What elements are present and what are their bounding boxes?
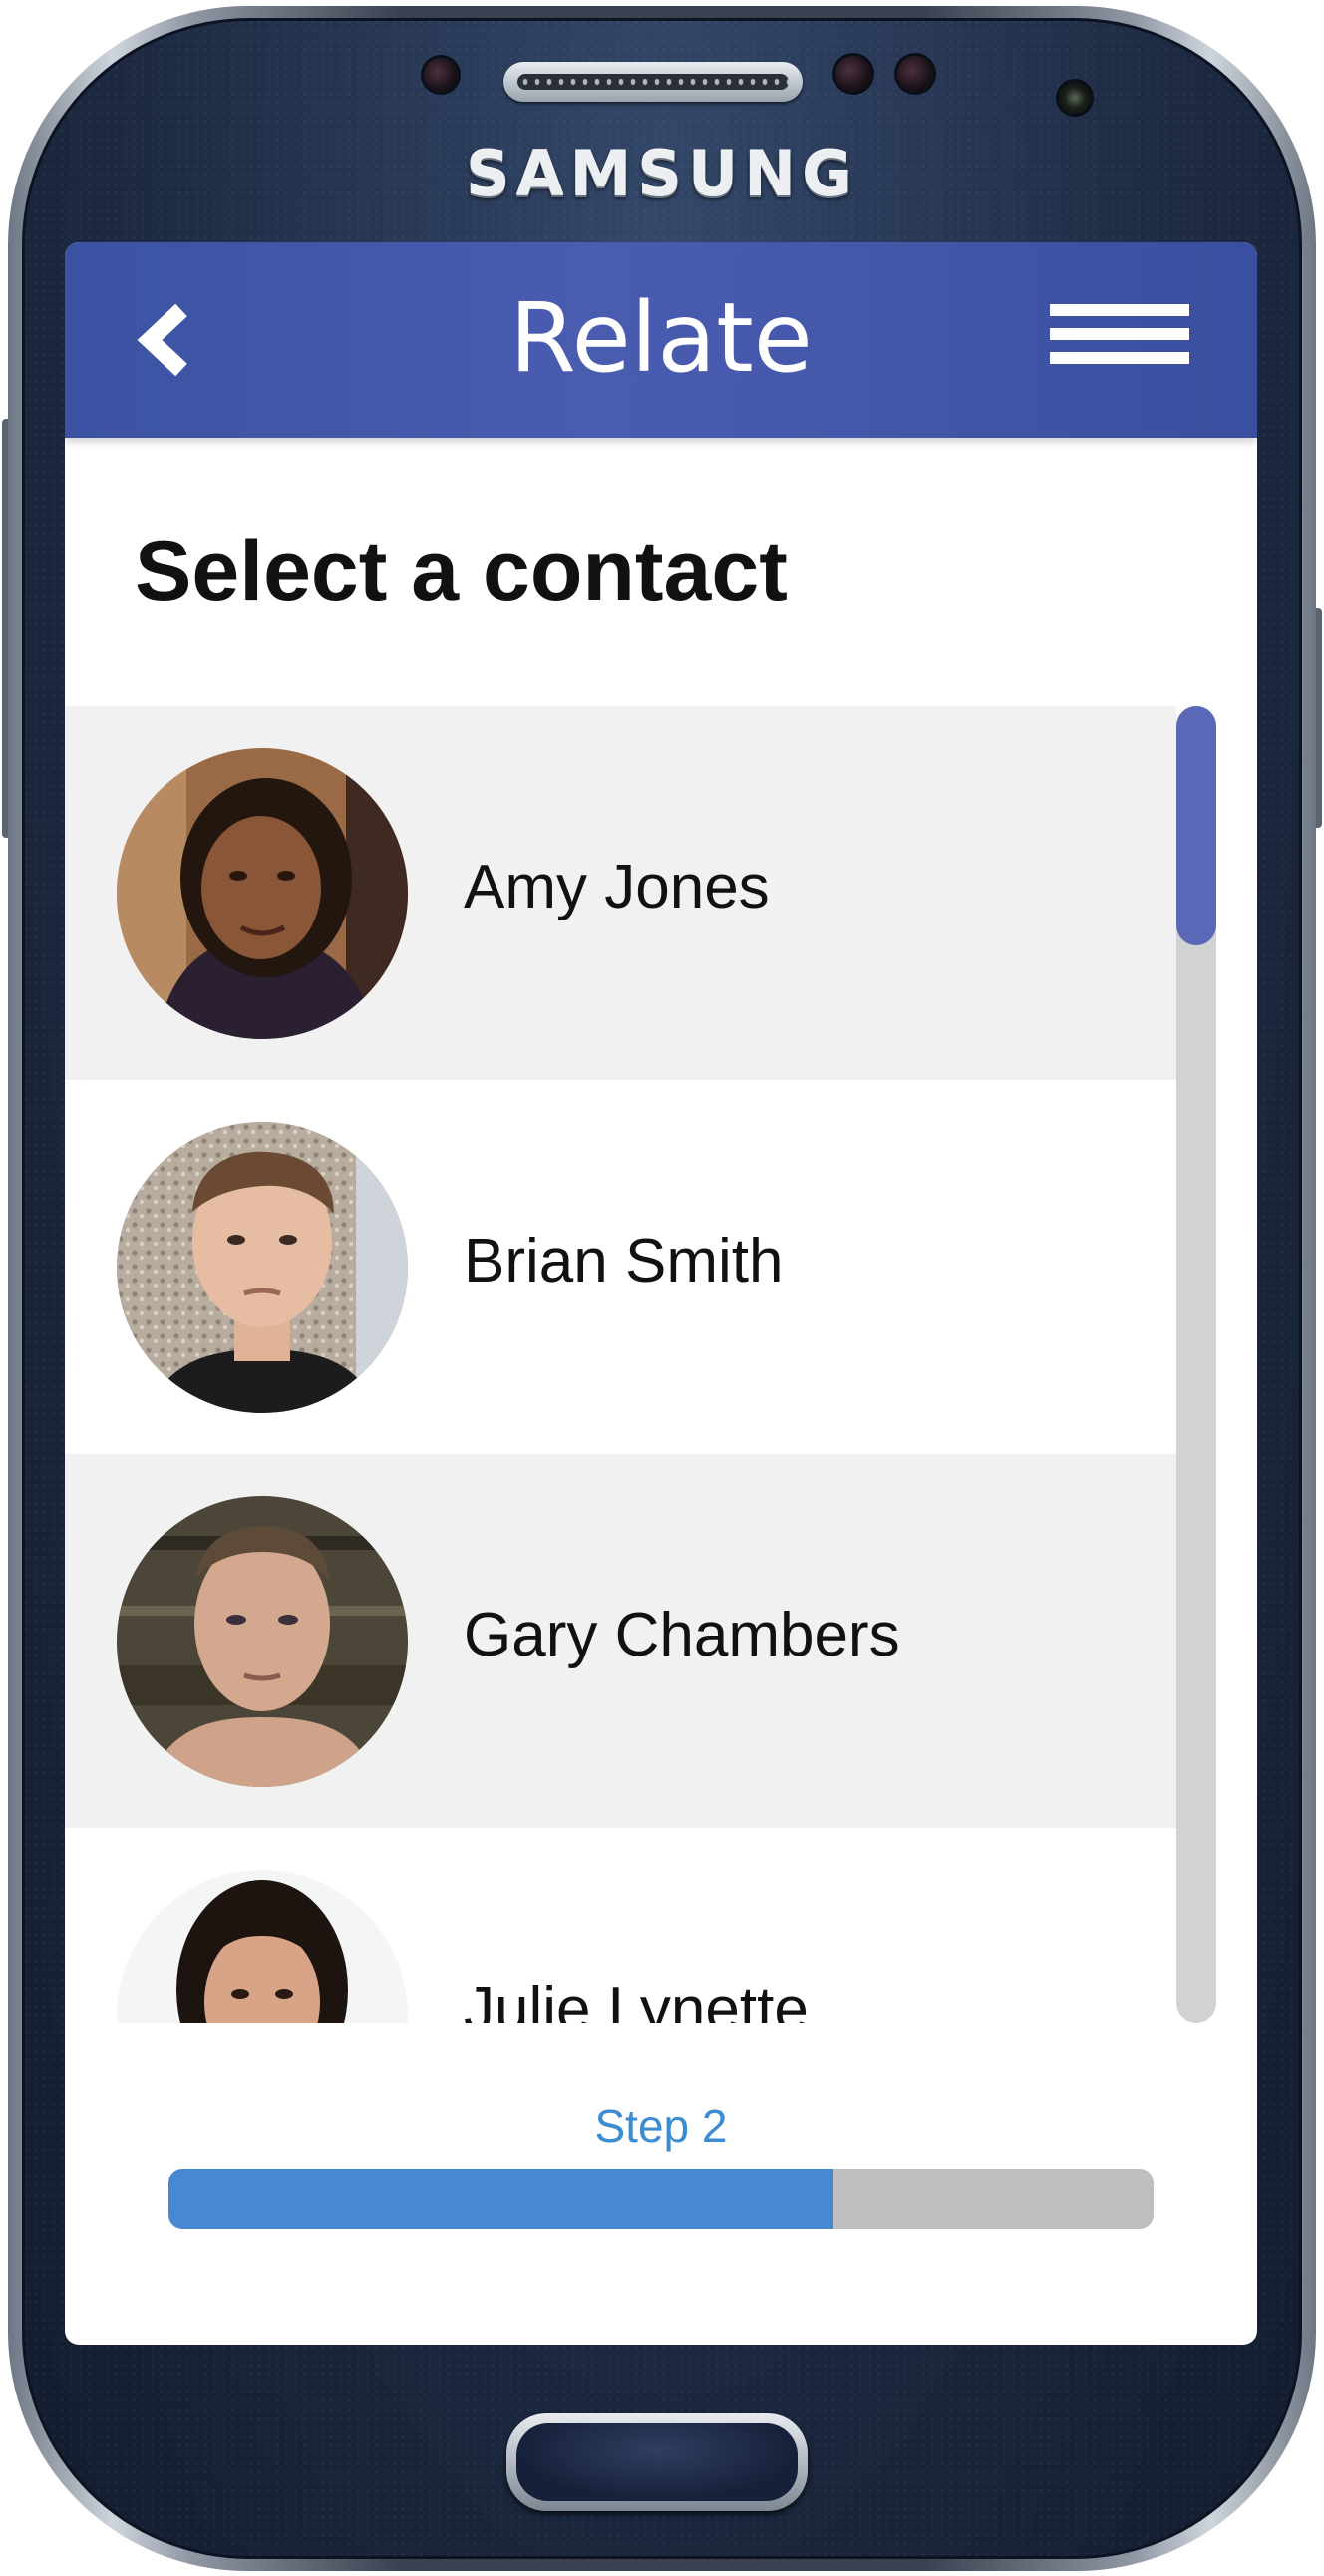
contact-name: Brian Smith xyxy=(464,1227,784,1295)
progress-bar xyxy=(168,2169,1154,2229)
home-button[interactable] xyxy=(506,2413,808,2511)
menu-button[interactable] xyxy=(1050,294,1189,374)
contact-name: Gary Chambers xyxy=(464,1601,900,1669)
scrollbar-thumb[interactable] xyxy=(1176,706,1216,945)
contact-row-gary-chambers[interactable]: Gary Chambers xyxy=(65,1454,1176,1828)
page-title: Select a contact xyxy=(135,524,788,619)
avatar xyxy=(117,1122,408,1413)
progress-bar-fill xyxy=(168,2169,833,2229)
contact-row-julie-lynette[interactable]: Julie Lynette xyxy=(65,1828,1176,2023)
front-camera-icon xyxy=(1059,82,1091,114)
front-sensor-icon xyxy=(424,58,458,92)
phone-mockup: SAMSUNG Relate Select a contact Amy Jone… xyxy=(0,0,1324,2576)
contact-name: Amy Jones xyxy=(464,853,770,921)
avatar xyxy=(117,748,408,1039)
earpiece-speaker xyxy=(503,62,803,102)
proximity-sensor-icon xyxy=(835,56,871,92)
step-label: Step 2 xyxy=(594,2100,728,2152)
scrollbar[interactable] xyxy=(1176,706,1216,2023)
app-header: Relate xyxy=(65,242,1257,438)
device-brand-logo: SAMSUNG xyxy=(465,138,859,210)
light-sensor-icon xyxy=(897,56,933,92)
avatar xyxy=(117,1870,408,2023)
contact-name: Julie Lynette xyxy=(464,1975,809,2023)
avatar xyxy=(117,1496,408,1787)
contact-row-amy-jones[interactable]: Amy Jones xyxy=(65,706,1176,1080)
contact-row-brian-smith[interactable]: Brian Smith xyxy=(65,1080,1176,1454)
contact-list: Amy Jones Brian Smith Gary Chambers Juli… xyxy=(65,706,1176,2023)
app-screen: Relate Select a contact Amy Jones Brian … xyxy=(65,242,1257,2345)
